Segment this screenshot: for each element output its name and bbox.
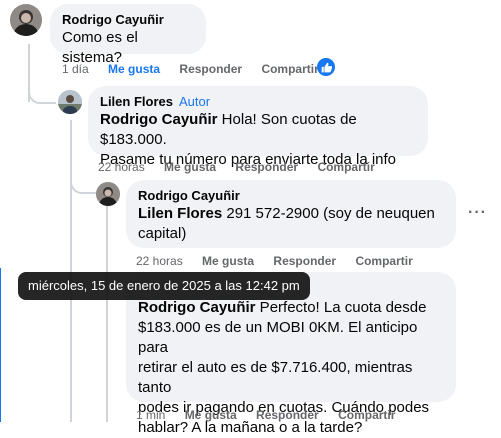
comment-actions-3: 22 horas Me gusta Responder Compartir bbox=[136, 254, 429, 268]
comment-time[interactable]: 1 min bbox=[136, 408, 165, 422]
like-button[interactable]: Me gusta bbox=[108, 62, 160, 76]
comment-text: Lilen Flores 291 572-2900 (soy de neuque… bbox=[138, 204, 444, 224]
thread-line-level3 bbox=[106, 206, 108, 422]
timestamp-tooltip: miércoles, 15 de enero de 2025 a las 12:… bbox=[18, 272, 310, 300]
comment-actions-4: 1 min Me gusta Responder Compartir bbox=[136, 408, 411, 422]
comment-time[interactable]: 22 horas bbox=[98, 160, 145, 174]
thread-connector-reply-2 bbox=[70, 170, 96, 194]
mention-link[interactable]: Rodrigo Cayuñir bbox=[138, 299, 256, 316]
comment-time[interactable]: 22 horas bbox=[136, 254, 183, 268]
comment-author[interactable]: Lilen Flores bbox=[100, 94, 173, 109]
avatar-rodrigo[interactable] bbox=[96, 182, 120, 206]
comment-bubble-2: Lilen Flores Autor Rodrigo Cayuñir Hola! … bbox=[88, 86, 428, 168]
avatar-lilen[interactable] bbox=[58, 90, 82, 114]
thread-connector-reply-1 bbox=[28, 80, 56, 104]
mention-link[interactable]: Lilen Flores bbox=[138, 205, 222, 222]
like-button[interactable]: Me gusta bbox=[164, 160, 216, 174]
mention-link[interactable]: Rodrigo Cayuñir bbox=[100, 111, 218, 128]
reply-button[interactable]: Responder bbox=[273, 254, 336, 268]
reply-button[interactable]: Responder bbox=[235, 160, 298, 174]
comment-text-part: 291 572-2900 (soy de neuquen bbox=[222, 205, 435, 222]
avatar-rodrigo[interactable] bbox=[10, 4, 42, 36]
more-options-icon[interactable]: ··· bbox=[468, 204, 487, 222]
comment-bubble-3: Rodrigo Cayuñir Lilen Flores 291 572-290… bbox=[126, 180, 456, 248]
comment-actions-1: 1 día Me gusta Responder Compartir bbox=[62, 62, 335, 76]
comment-author[interactable]: Rodrigo Cayuñir bbox=[62, 12, 194, 28]
comment-text: Rodrigo Cayuñir Hola! Son cuotas de $183… bbox=[100, 110, 416, 150]
comment-text: Rodrigo Cayuñir Perfecto! La cuota desde bbox=[138, 298, 444, 318]
like-button[interactable]: Me gusta bbox=[202, 254, 254, 268]
comment-bubble-1: Rodrigo Cayuñir Como es el sistema? bbox=[50, 4, 206, 66]
share-button[interactable]: Compartir bbox=[338, 408, 395, 422]
share-button[interactable]: Compartir bbox=[317, 160, 374, 174]
comment-text-line: $183.000 es de un MOBI 0KM. El anticipo … bbox=[138, 319, 418, 356]
comment-text-line: capital) bbox=[138, 225, 187, 242]
reply-button[interactable]: Responder bbox=[179, 62, 242, 76]
comment-text-line: retirar el auto es de $7.716.400, mientr… bbox=[138, 359, 413, 396]
comment-time[interactable]: 1 día bbox=[62, 62, 89, 76]
like-button[interactable]: Me gusta bbox=[185, 408, 237, 422]
like-reaction-icon[interactable] bbox=[317, 58, 335, 76]
comment-actions-2: 22 horas Me gusta Responder Compartir bbox=[98, 160, 391, 174]
focus-edge bbox=[0, 268, 1, 422]
share-button[interactable]: Compartir bbox=[261, 62, 318, 76]
thread-line-level2 bbox=[70, 120, 72, 422]
comment-text-part: Perfecto! La cuota desde bbox=[255, 299, 427, 316]
share-button[interactable]: Compartir bbox=[355, 254, 412, 268]
reply-button[interactable]: Responder bbox=[256, 408, 319, 422]
author-badge: Autor bbox=[178, 94, 211, 109]
comment-author[interactable]: Rodrigo Cayuñir bbox=[138, 188, 444, 204]
